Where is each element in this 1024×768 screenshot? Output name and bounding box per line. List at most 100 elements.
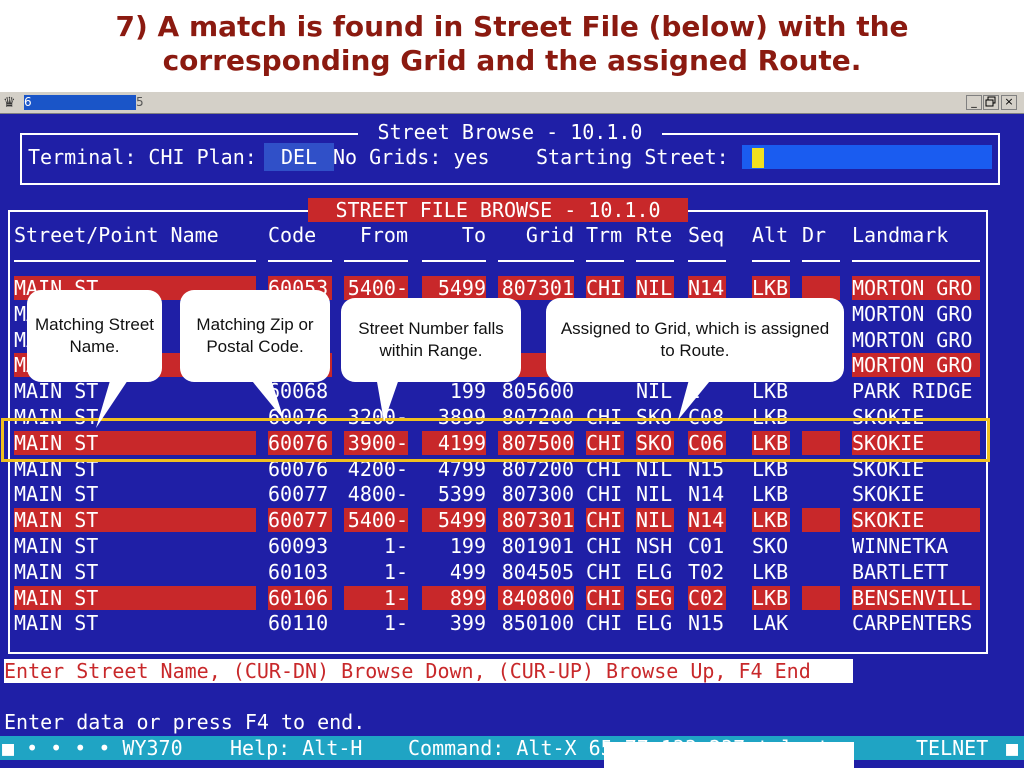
cell-dr bbox=[802, 482, 840, 506]
cell-to: 199 bbox=[449, 534, 486, 558]
minimize-button[interactable]: _ bbox=[966, 95, 982, 110]
cell-trm: CHI bbox=[586, 276, 624, 300]
column-underline bbox=[752, 260, 790, 262]
starting-street-label: Starting Street: bbox=[536, 145, 729, 169]
cell-street: MAIN ST bbox=[14, 611, 99, 636]
restore-button[interactable] bbox=[983, 95, 999, 110]
cell-alt: LKB bbox=[752, 276, 790, 300]
cell-landmark: SKOKIE bbox=[852, 508, 980, 533]
cell-from: 1- bbox=[383, 534, 408, 558]
column-header-seq: Seq bbox=[688, 223, 725, 247]
cell-trm: CHI bbox=[586, 508, 624, 533]
cell-landmark: WINNETKA bbox=[852, 534, 949, 558]
column-header-rte: Rte bbox=[636, 223, 673, 247]
cell-grid: 805600 bbox=[501, 379, 574, 404]
cell-code: 60077 bbox=[268, 508, 332, 533]
table-row[interactable]: MAIN ST 60077 4800- 5399 807300 CHI NIL N14 LKB S… bbox=[0, 482, 985, 508]
cell-to: 5499 bbox=[422, 276, 486, 300]
column-underline bbox=[14, 260, 256, 262]
cell-rte: ELG bbox=[636, 559, 673, 584]
cell-seq: N14 bbox=[688, 482, 725, 507]
cell-from bbox=[344, 379, 408, 403]
starting-street-input[interactable] bbox=[742, 145, 992, 169]
cell-rte: SEG bbox=[636, 585, 674, 610]
close-button[interactable]: × bbox=[1001, 95, 1017, 110]
cell-seq: T02 bbox=[688, 559, 725, 584]
prompt-line: Enter Street Name, (CUR-DN) Browse Down,… bbox=[4, 659, 853, 683]
restore-icon bbox=[985, 96, 996, 107]
table-row[interactable]: MAIN ST 60077 5400- 5499 807301 CHI NIL N14 LKB S… bbox=[0, 508, 985, 534]
cell-seq: C02 bbox=[688, 585, 726, 610]
cell-landmark: BENSENVILL bbox=[852, 585, 980, 610]
cell-to: 399 bbox=[449, 611, 486, 636]
callout-matching-zip: Matching Zip or Postal Code. bbox=[180, 290, 330, 382]
match-highlight-frame bbox=[1, 418, 990, 462]
cell-street: MAIN ST bbox=[14, 585, 256, 610]
cell-grid: 807300 bbox=[501, 482, 574, 507]
column-header-to: To bbox=[461, 223, 486, 247]
cell-alt: LKB bbox=[752, 585, 790, 610]
slide-title-line-2: corresponding Grid and the assigned Rout… bbox=[162, 44, 862, 77]
cell-grid: 807301 bbox=[498, 508, 574, 533]
cell-grid: 807301 bbox=[498, 276, 574, 300]
cell-alt: LKB bbox=[752, 559, 789, 584]
column-underline bbox=[688, 260, 726, 262]
cell-grid: 850100 bbox=[501, 611, 574, 636]
cell-dr bbox=[802, 585, 840, 610]
app-icon: ♛ bbox=[3, 95, 16, 111]
cell-rte: NIL bbox=[636, 379, 673, 404]
cell-alt: LKB bbox=[752, 508, 790, 533]
table-row[interactable]: MAIN ST 60093 1- 199 801901 CHI NSH C01 SKO WINNE… bbox=[0, 534, 985, 560]
cell-trm bbox=[586, 379, 624, 403]
cell-to: 899 bbox=[422, 585, 486, 610]
cell-code: 60093 bbox=[268, 534, 329, 558]
cell-grid: 801901 bbox=[501, 534, 574, 558]
slide-title: 7) A match is found in Street File (belo… bbox=[0, 0, 1024, 92]
cell-landmark: CARPENTERS bbox=[852, 611, 973, 636]
window-title-number: 5 bbox=[136, 95, 144, 109]
table-row[interactable]: MAIN ST 60068 199 805600 NIL 1 LKB PARK RIDGE bbox=[0, 379, 985, 405]
cell-landmark: MORTON GRO bbox=[852, 327, 973, 352]
street-file-title: STREET FILE BROWSE - 10.1.0 bbox=[308, 198, 688, 222]
column-underline bbox=[422, 260, 486, 262]
cell-seq: C01 bbox=[688, 534, 725, 558]
cell-landmark: BARTLETT bbox=[852, 559, 949, 584]
status-session: ■ • • • • WY370 bbox=[2, 736, 183, 760]
cell-to: 499 bbox=[449, 559, 486, 584]
cell-grid: 804505 bbox=[501, 559, 574, 584]
cell-landmark: MORTON GRO bbox=[852, 276, 980, 300]
window-titlebar: ♛ 6 5 _ × bbox=[0, 92, 1024, 114]
cell-trm: CHI bbox=[586, 482, 623, 507]
cell-dr bbox=[802, 276, 840, 300]
cell-dr bbox=[802, 534, 840, 558]
cell-to: 199 bbox=[449, 379, 486, 404]
terminal-plan-label: Terminal: CHI Plan: bbox=[28, 145, 257, 169]
window-title-highlight bbox=[24, 95, 136, 110]
cell-seq: N15 bbox=[688, 611, 725, 636]
cell-trm: CHI bbox=[586, 559, 623, 584]
text-cursor bbox=[752, 148, 764, 168]
cell-dr bbox=[802, 560, 840, 584]
cell-street: MAIN ST bbox=[14, 534, 99, 558]
callout-street-number: Street Number falls within Range. bbox=[341, 298, 521, 382]
cell-landmark: PARK RIDGE bbox=[852, 379, 973, 404]
plan-field[interactable]: DEL bbox=[264, 143, 334, 171]
column-header-alt: Alt bbox=[752, 223, 789, 247]
cell-rte: ELG bbox=[636, 611, 673, 636]
table-row[interactable]: MAIN ST 60110 1- 399 850100 CHI ELG N15 LAK CARPE… bbox=[0, 611, 985, 637]
table-row[interactable]: MAIN ST 60106 1- 899 840800 CHI SEG C02 LKB BENSE… bbox=[0, 585, 985, 612]
table-row[interactable]: MAIN ST 60103 1- 499 804505 CHI ELG T02 LKB BARTL… bbox=[0, 560, 985, 586]
cell-alt: LKB bbox=[752, 482, 789, 507]
column-header-trm: Trm bbox=[586, 223, 623, 247]
cell-from: 1- bbox=[344, 585, 408, 610]
column-underline bbox=[636, 260, 674, 262]
column-header-street: Street/Point Name bbox=[14, 223, 219, 247]
column-underline bbox=[586, 260, 624, 262]
cell-street: MAIN ST bbox=[14, 508, 256, 533]
input-line: Enter data or press F4 to end. bbox=[4, 710, 366, 734]
cell-alt: LAK bbox=[752, 611, 789, 636]
column-header-landmark: Landmark bbox=[852, 223, 949, 247]
column-underline bbox=[344, 260, 408, 262]
cell-from: 4800- bbox=[347, 482, 408, 507]
callout-matching-street: Matching Street Name. bbox=[27, 290, 162, 382]
